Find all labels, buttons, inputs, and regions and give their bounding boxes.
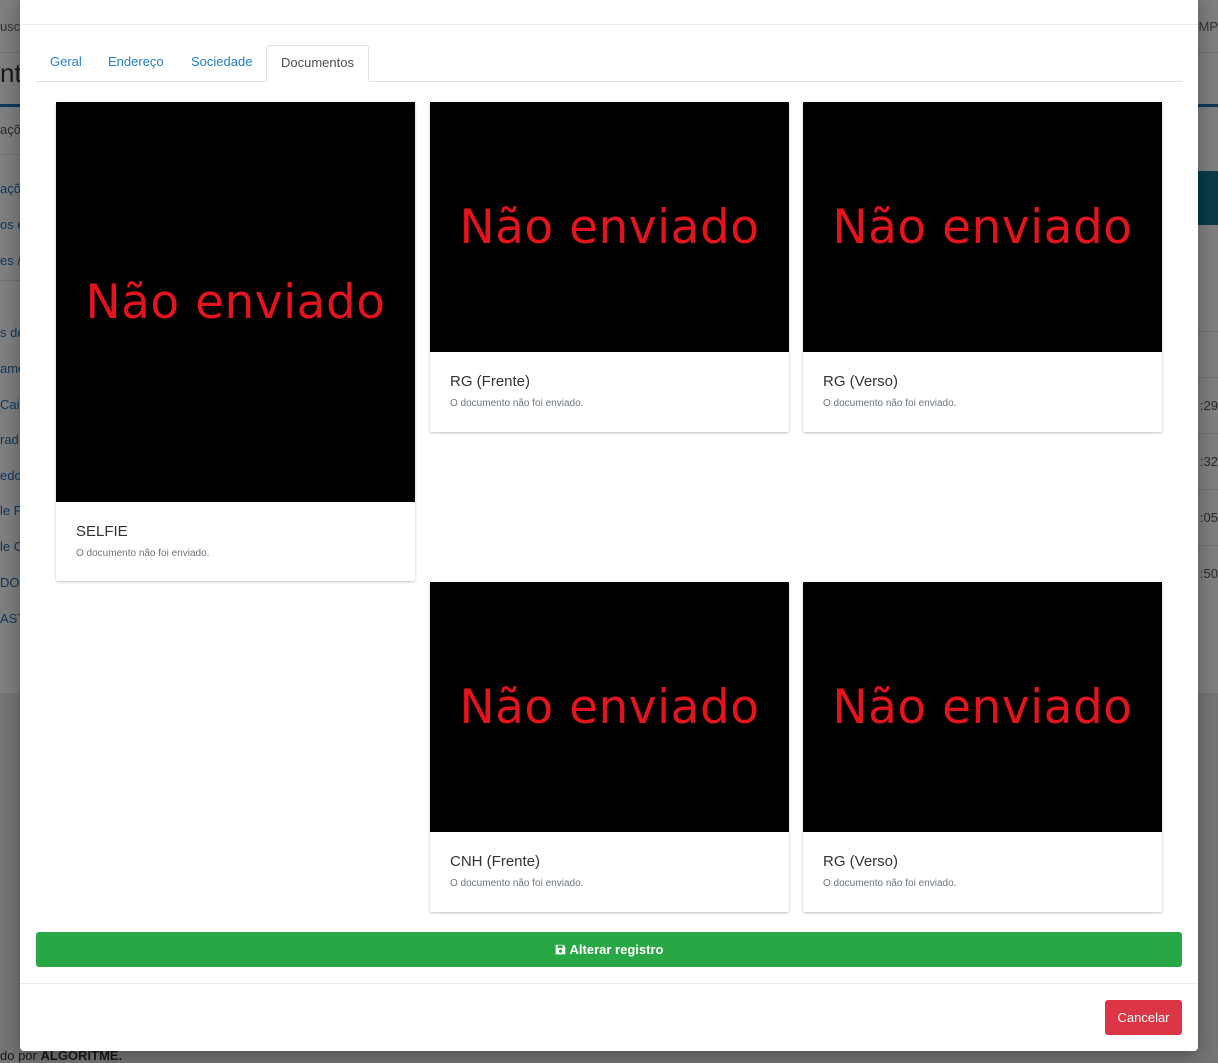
tab-sociedade[interactable]: Sociedade xyxy=(177,45,266,81)
document-title: CNH (Frente) xyxy=(450,853,541,870)
document-card-rg-verso-2[interactable]: Não enviado RG (Verso) O documento não f… xyxy=(803,582,1162,912)
cancel-button-label: Cancelar xyxy=(1117,1010,1170,1025)
document-status: O documento não foi enviado. xyxy=(450,398,584,409)
document-title: RG (Verso) xyxy=(823,373,899,390)
cancel-button[interactable]: Cancelar xyxy=(1105,1000,1182,1035)
tab-bar: Geral Endereço Sociedade Documentos xyxy=(36,45,1182,82)
document-status: O documento não foi enviado. xyxy=(450,878,584,889)
document-title: RG (Verso) xyxy=(823,853,899,870)
document-preview[interactable]: Não enviado xyxy=(803,102,1162,352)
document-status: O documento não foi enviado. xyxy=(823,398,957,409)
not-sent-label: Não enviado xyxy=(459,679,760,735)
document-preview[interactable]: Não enviado xyxy=(430,582,789,832)
document-title: SELFIE xyxy=(76,523,128,540)
save-button[interactable]: Alterar registro xyxy=(36,932,1182,967)
not-sent-label: Não enviado xyxy=(85,274,386,330)
modal-header xyxy=(20,0,1198,25)
document-preview[interactable]: Não enviado xyxy=(56,102,415,502)
document-card-selfie[interactable]: Não enviado SELFIE O documento não foi e… xyxy=(56,102,415,581)
tab-documentos[interactable]: Documentos xyxy=(266,45,369,82)
document-preview[interactable]: Não enviado xyxy=(803,582,1162,832)
document-status: O documento não foi enviado. xyxy=(823,878,957,889)
not-sent-label: Não enviado xyxy=(459,199,760,255)
save-button-label: Alterar registro xyxy=(569,942,664,957)
document-card-cnh-frente[interactable]: Não enviado CNH (Frente) O documento não… xyxy=(430,582,789,912)
document-preview[interactable]: Não enviado xyxy=(430,102,789,352)
document-title: RG (Frente) xyxy=(450,373,531,390)
tab-geral[interactable]: Geral xyxy=(36,45,96,81)
not-sent-label: Não enviado xyxy=(832,679,1133,735)
not-sent-label: Não enviado xyxy=(832,199,1133,255)
document-card-rg-verso[interactable]: Não enviado RG (Verso) O documento não f… xyxy=(803,102,1162,432)
modal-footer-divider xyxy=(20,983,1198,984)
tab-endereco[interactable]: Endereço xyxy=(94,45,178,81)
save-icon xyxy=(555,944,565,955)
document-modal: Geral Endereço Sociedade Documentos Não … xyxy=(20,0,1198,1051)
document-card-rg-frente[interactable]: Não enviado RG (Frente) O documento não … xyxy=(430,102,789,432)
document-status: O documento não foi enviado. xyxy=(76,548,210,559)
